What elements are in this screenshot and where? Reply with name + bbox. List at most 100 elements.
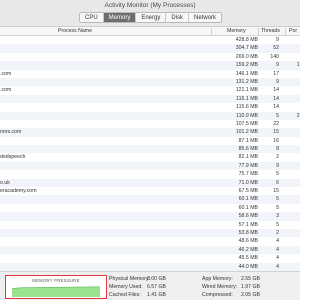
memory-stat-label: Wired Memory: — [202, 284, 238, 291]
threads-cell: 22 — [273, 120, 279, 127]
table-row[interactable]: 46.2 MB 4 — [0, 245, 300, 255]
table-row[interactable]: 110.9 MB 5 2,3 — [0, 111, 300, 120]
threads-cell: 9 — [276, 162, 279, 169]
table-row[interactable]: 53.8 MB 2 — [0, 228, 300, 238]
memory-stat: Wired Memory: 1.97 GB — [202, 283, 260, 291]
memory-stat-value: 6.57 GB — [146, 284, 166, 291]
memory-cell: 159.2 MB — [235, 62, 258, 69]
memory-cell: 57.1 MB — [238, 221, 258, 228]
table-row[interactable]: dedspeech 82.1 MB 2 — [0, 153, 300, 161]
tab-network[interactable]: Network — [189, 13, 221, 22]
memory-cell: 428.8 MB — [235, 37, 258, 43]
memory-cell: 45.5 MB — [238, 255, 258, 262]
process-name-cell: dedspeech — [0, 154, 26, 161]
process-name-cell: eracademy.com — [0, 188, 37, 195]
table-row[interactable]: 85.6 MB 8 — [0, 145, 300, 154]
table-row[interactable]: 57.1 MB 5 — [0, 221, 300, 229]
table-row[interactable]: 75.7 MB 5 — [0, 170, 300, 178]
memory-pressure-panel: MEMORY PRESSURE — [5, 275, 107, 299]
threads-cell: 3 — [276, 213, 279, 220]
threads-cell: 15 — [273, 188, 279, 195]
threads-cell: 8 — [276, 146, 279, 153]
threads-cell: 15 — [273, 129, 279, 136]
process-table: 428.8 MB99304.7 MB528269.0 MB1406159.2 M… — [0, 36, 300, 271]
memory-stat-value: 1.41 GB — [146, 292, 166, 299]
memory-cell: 146.1 MB — [235, 70, 258, 77]
memory-stat: App Memory: 2.55 GB — [202, 275, 260, 283]
table-row[interactable]: eracademy.com 67.5 MB 15 — [0, 187, 300, 195]
threads-cell: 16 — [273, 137, 279, 144]
table-header: Process Name Memory Threads Por — [0, 27, 300, 36]
threads-cell: 4 — [276, 238, 279, 245]
memory-stat-label: Compressed: — [202, 292, 233, 299]
table-row[interactable]: .com 121.1 MB 14 — [0, 86, 300, 94]
table-row[interactable]: 87.1 MB 16 — [0, 137, 300, 145]
memory-cell: 269.0 MB — [235, 53, 258, 60]
column-header-process-name[interactable]: Process Name — [58, 27, 92, 36]
memory-cell: 115.6 MB — [236, 104, 258, 111]
column-header-ports[interactable]: Por — [289, 27, 297, 36]
table-row[interactable]: 131.2 MB 9 — [0, 77, 300, 87]
table-row[interactable]: 60.1 MB 5 — [0, 204, 300, 212]
memory-stats-right: App Memory: 2.55 GB Wired Memory: 1.97 GB Co… — [202, 275, 260, 300]
table-row[interactable]: 116.1 MB 14 — [0, 94, 300, 104]
threads-cell: 2 — [276, 229, 279, 236]
threads-cell: 4 — [276, 263, 279, 270]
table-row[interactable]: 428.8 MB99 — [0, 36, 300, 44]
column-header-memory[interactable]: Memory — [227, 27, 246, 36]
tab-memory[interactable]: Memory — [103, 13, 137, 22]
threads-cell: 5 — [276, 204, 279, 211]
threads-cell: 9 — [276, 62, 279, 69]
threads-cell: 4 — [276, 255, 279, 262]
table-row[interactable]: 48.6 MB 4 — [0, 237, 300, 245]
table-row[interactable]: 304.7 MB528 — [0, 44, 300, 53]
threads-cell: 2 — [276, 154, 279, 161]
table-row[interactable]: 115.6 MB 14 — [0, 103, 300, 111]
memory-stat-label: Memory Used: — [109, 284, 143, 291]
memory-stat-value: 2.55 GB — [240, 276, 260, 282]
memory-footer: MEMORY PRESSURE Physical Memory: 8.00 GB M… — [0, 271, 300, 300]
memory-cell: 121.1 MB — [235, 87, 258, 94]
memory-stat-value: 8.00 GB — [146, 276, 166, 282]
table-row[interactable]: 58.6 MB 3 — [0, 212, 300, 221]
ports-cell: 2,3 — [296, 112, 300, 119]
table-row[interactable]: 269.0 MB1406 — [0, 53, 300, 61]
table-row[interactable]: 60.1 MB 5 — [0, 195, 300, 204]
tab-disk[interactable]: Disk — [166, 13, 190, 22]
table-row[interactable]: 45.5 MB 4 — [0, 254, 300, 262]
column-header-threads[interactable]: Threads — [261, 27, 280, 36]
memory-cell: 44.0 MB — [238, 263, 258, 270]
process-name-cell: nors.com — [0, 129, 22, 136]
memory-stat: Physical Memory: 8.00 GB — [109, 275, 166, 283]
memory-stat-value: 2.05 GB — [240, 292, 260, 299]
threads-cell: 14 — [273, 104, 279, 111]
table-row[interactable]: nors.com 101.2 MB 15 — [0, 128, 300, 137]
process-name-cell: .com — [0, 70, 12, 77]
tab-energy[interactable]: Energy — [136, 13, 167, 22]
table-row[interactable]: 159.2 MB 9 1,8 — [0, 61, 300, 70]
memory-stat-value: 1.97 GB — [240, 284, 260, 291]
tab-bar: CPU Memory Energy Disk Network — [79, 12, 223, 23]
memory-cell: 82.1 MB — [238, 154, 258, 161]
column-divider — [258, 28, 259, 35]
memory-cell: 87.1 MB — [238, 137, 258, 144]
memory-cell: 75.7 MB — [238, 171, 258, 178]
tab-cpu[interactable]: CPU — [80, 13, 104, 22]
threads-cell: 5 — [276, 112, 279, 119]
threads-cell: 14 — [273, 95, 279, 102]
memory-pressure-fill — [12, 286, 100, 297]
memory-cell: 58.6 MB — [238, 213, 258, 220]
threads-cell: 9 — [276, 78, 279, 85]
table-row[interactable]: 44.0 MB 4 — [0, 262, 300, 271]
memory-cell: 101.2 MB — [235, 129, 258, 136]
threads-cell: 52 — [273, 45, 279, 52]
table-row[interactable]: o.uk 71.0 MB 6 — [0, 178, 300, 188]
memory-cell: 131.2 MB — [235, 78, 258, 85]
table-row[interactable]: .com 146.1 MB 17 — [0, 70, 300, 78]
threads-cell: 17 — [273, 70, 279, 77]
memory-cell: 60.1 MB — [238, 196, 258, 203]
table-row[interactable]: 107.5 MB 22 — [0, 120, 300, 128]
memory-cell: 304.7 MB — [235, 45, 258, 52]
memory-stat: Compressed: 2.05 GB — [202, 291, 260, 299]
table-row[interactable]: 77.9 MB 9 — [0, 161, 300, 171]
